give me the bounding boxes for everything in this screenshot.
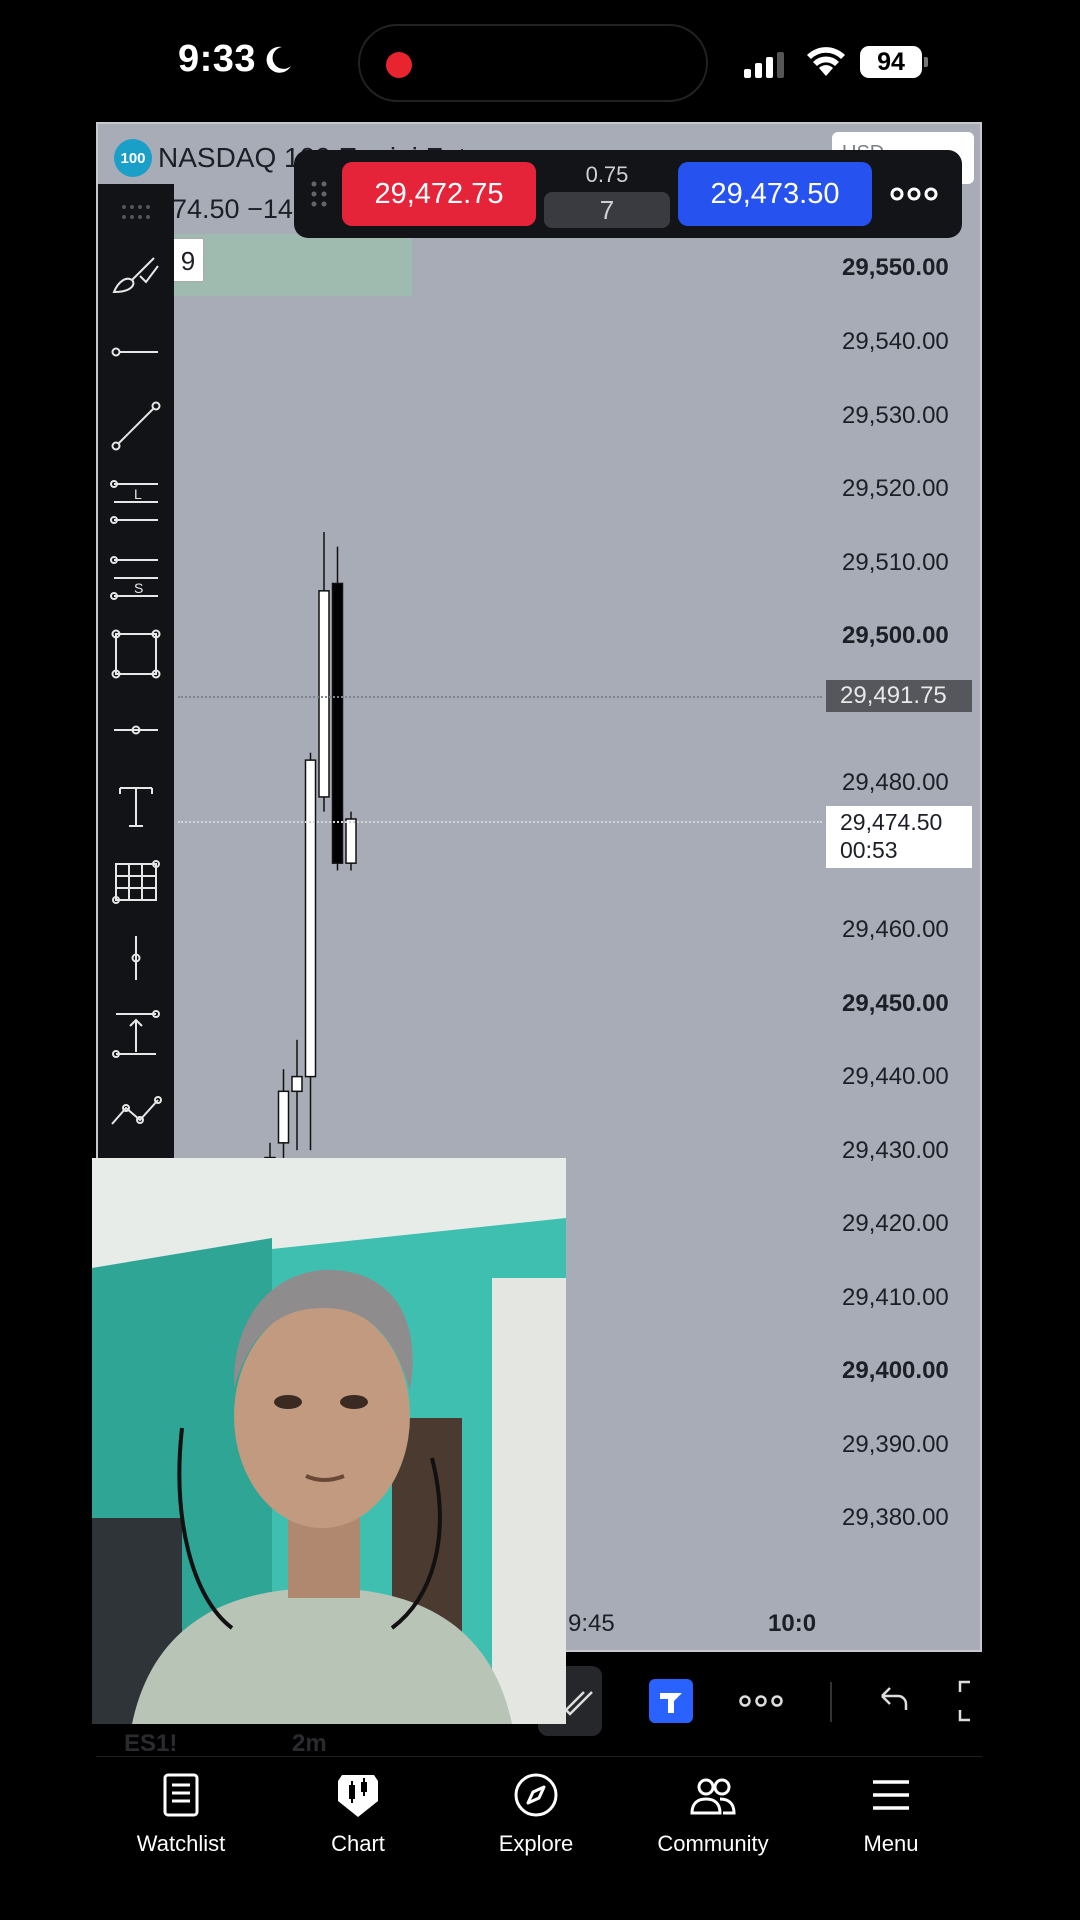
time-tick: 9:45 bbox=[568, 1610, 615, 1637]
symbol-ghost-label: ES1! bbox=[124, 1730, 178, 1757]
fullscreen-button[interactable] bbox=[954, 1666, 982, 1736]
price-range-icon[interactable] bbox=[106, 1004, 166, 1064]
candle-body[interactable] bbox=[345, 818, 357, 864]
vertical-line-icon[interactable] bbox=[106, 928, 166, 988]
price-tick: 29,380.00 bbox=[842, 1504, 949, 1531]
undo-icon bbox=[881, 1687, 908, 1710]
nav-label: Menu bbox=[863, 1831, 919, 1856]
price-tick: 29,410.00 bbox=[842, 1284, 949, 1311]
dynamic-island bbox=[358, 24, 708, 102]
nav-watchlist[interactable]: Watchlist bbox=[106, 1771, 256, 1881]
buy-button[interactable]: 29,473.50 bbox=[678, 162, 872, 226]
tradingview-logo-icon bbox=[649, 1679, 693, 1723]
battery-icon: 94 bbox=[860, 46, 928, 78]
price-tick: 29,400.00 bbox=[842, 1357, 949, 1384]
price-tick: 29,450.00 bbox=[842, 990, 949, 1017]
undo-button[interactable] bbox=[870, 1666, 914, 1736]
webcam-person-image bbox=[92, 1158, 566, 1724]
brush-icon[interactable] bbox=[106, 246, 166, 306]
more-options-icon[interactable] bbox=[888, 180, 940, 208]
highlight-rectangle bbox=[170, 234, 412, 296]
tradingview-logo-button[interactable] bbox=[646, 1666, 696, 1736]
last-price-badge: 29,474.50 00:53 bbox=[826, 806, 972, 868]
svg-text:S: S bbox=[134, 580, 143, 596]
rectangle-icon[interactable] bbox=[106, 624, 166, 684]
price-tick: 29,480.00 bbox=[842, 769, 949, 796]
time-tick: 10:0 bbox=[768, 1610, 817, 1637]
watchlist-icon bbox=[163, 1773, 199, 1817]
drag-handle-icon[interactable] bbox=[308, 178, 330, 210]
price-tick: 29,500.00 bbox=[842, 622, 949, 649]
interval-ghost-label: 2m bbox=[292, 1730, 327, 1757]
forecast-icon[interactable] bbox=[106, 1080, 166, 1140]
price-tick: 29,540.00 bbox=[842, 328, 949, 355]
more-tools-button[interactable] bbox=[736, 1666, 786, 1736]
grid-icon[interactable] bbox=[106, 852, 166, 912]
nav-chart[interactable]: Chart bbox=[283, 1771, 433, 1881]
spread-quantity: 0.75 7 bbox=[544, 162, 670, 228]
chart-icon bbox=[338, 1775, 378, 1817]
nav-label: Explore bbox=[498, 1831, 574, 1856]
nav-explore[interactable]: Explore bbox=[461, 1771, 611, 1881]
nav-label: Community bbox=[657, 1831, 769, 1856]
recording-indicator-icon bbox=[386, 52, 412, 78]
price-tick: 29,460.00 bbox=[842, 916, 949, 943]
bar-countdown: 00:53 bbox=[840, 837, 898, 863]
candle-body[interactable] bbox=[291, 1075, 303, 1093]
spread-value: 0.75 bbox=[585, 162, 629, 187]
horizontal-ray-icon[interactable] bbox=[106, 322, 166, 382]
nav-label: Watchlist bbox=[136, 1831, 226, 1856]
price-tick: 29,420.00 bbox=[842, 1210, 949, 1237]
short-position-icon[interactable]: S bbox=[106, 548, 166, 608]
menu-icon bbox=[873, 1780, 909, 1810]
bottom-navigation[interactable]: Watchlist Chart Explore Community Menu bbox=[96, 1756, 982, 1920]
webcam-overlay bbox=[92, 1158, 566, 1724]
symbol-logo-icon: 100 bbox=[114, 139, 152, 177]
price-tick: 29,550.00 bbox=[842, 254, 949, 281]
drawing-toolbar[interactable]: L S bbox=[98, 184, 174, 1158]
status-time: 9:33 bbox=[178, 38, 257, 80]
long-position-icon[interactable]: L bbox=[106, 472, 166, 532]
quantity-field[interactable]: 7 bbox=[544, 192, 670, 228]
crosshair-line bbox=[178, 696, 822, 698]
price-tick: 29,530.00 bbox=[842, 402, 949, 429]
price-tick: 29,390.00 bbox=[842, 1431, 949, 1458]
divider bbox=[830, 1682, 832, 1722]
price-tick: 29,510.00 bbox=[842, 549, 949, 576]
horizontal-line-icon[interactable] bbox=[106, 700, 166, 760]
candle-body[interactable] bbox=[318, 590, 330, 798]
nav-label: Chart bbox=[331, 1831, 385, 1856]
svg-text:L: L bbox=[134, 486, 142, 502]
more-options-icon bbox=[739, 1695, 783, 1707]
compass-icon bbox=[514, 1773, 558, 1817]
crosshair-price-badge: 29,491.75 bbox=[826, 680, 972, 712]
sell-button[interactable]: 29,472.75 bbox=[342, 162, 536, 226]
candle-body[interactable] bbox=[304, 759, 317, 1078]
cellular-signal-icon bbox=[744, 52, 784, 78]
fullscreen-icon bbox=[958, 1680, 970, 1722]
community-icon bbox=[690, 1778, 736, 1815]
wifi-icon bbox=[807, 47, 845, 76]
nav-community[interactable]: Community bbox=[638, 1771, 788, 1881]
quick-trade-panel[interactable]: 29,472.75 0.75 7 29,473.50 bbox=[294, 150, 962, 238]
price-tick: 29,520.00 bbox=[842, 475, 949, 502]
price-tick: 29,430.00 bbox=[842, 1137, 949, 1164]
highlight-badge: 9 bbox=[172, 238, 204, 282]
ohlc-values: 74.50 −14 bbox=[172, 194, 293, 224]
candle-body[interactable] bbox=[277, 1090, 290, 1144]
nav-menu[interactable]: Menu bbox=[816, 1771, 966, 1881]
price-tick: 29,440.00 bbox=[842, 1063, 949, 1090]
moon-icon bbox=[266, 46, 291, 73]
status-bar: 9:33 94 bbox=[0, 0, 1080, 120]
last-price-line bbox=[178, 821, 822, 823]
trend-line-icon[interactable] bbox=[106, 396, 166, 456]
drag-handle-icon[interactable] bbox=[120, 202, 152, 224]
text-icon[interactable] bbox=[106, 776, 166, 836]
last-price-value: 29,474.50 bbox=[840, 809, 943, 835]
